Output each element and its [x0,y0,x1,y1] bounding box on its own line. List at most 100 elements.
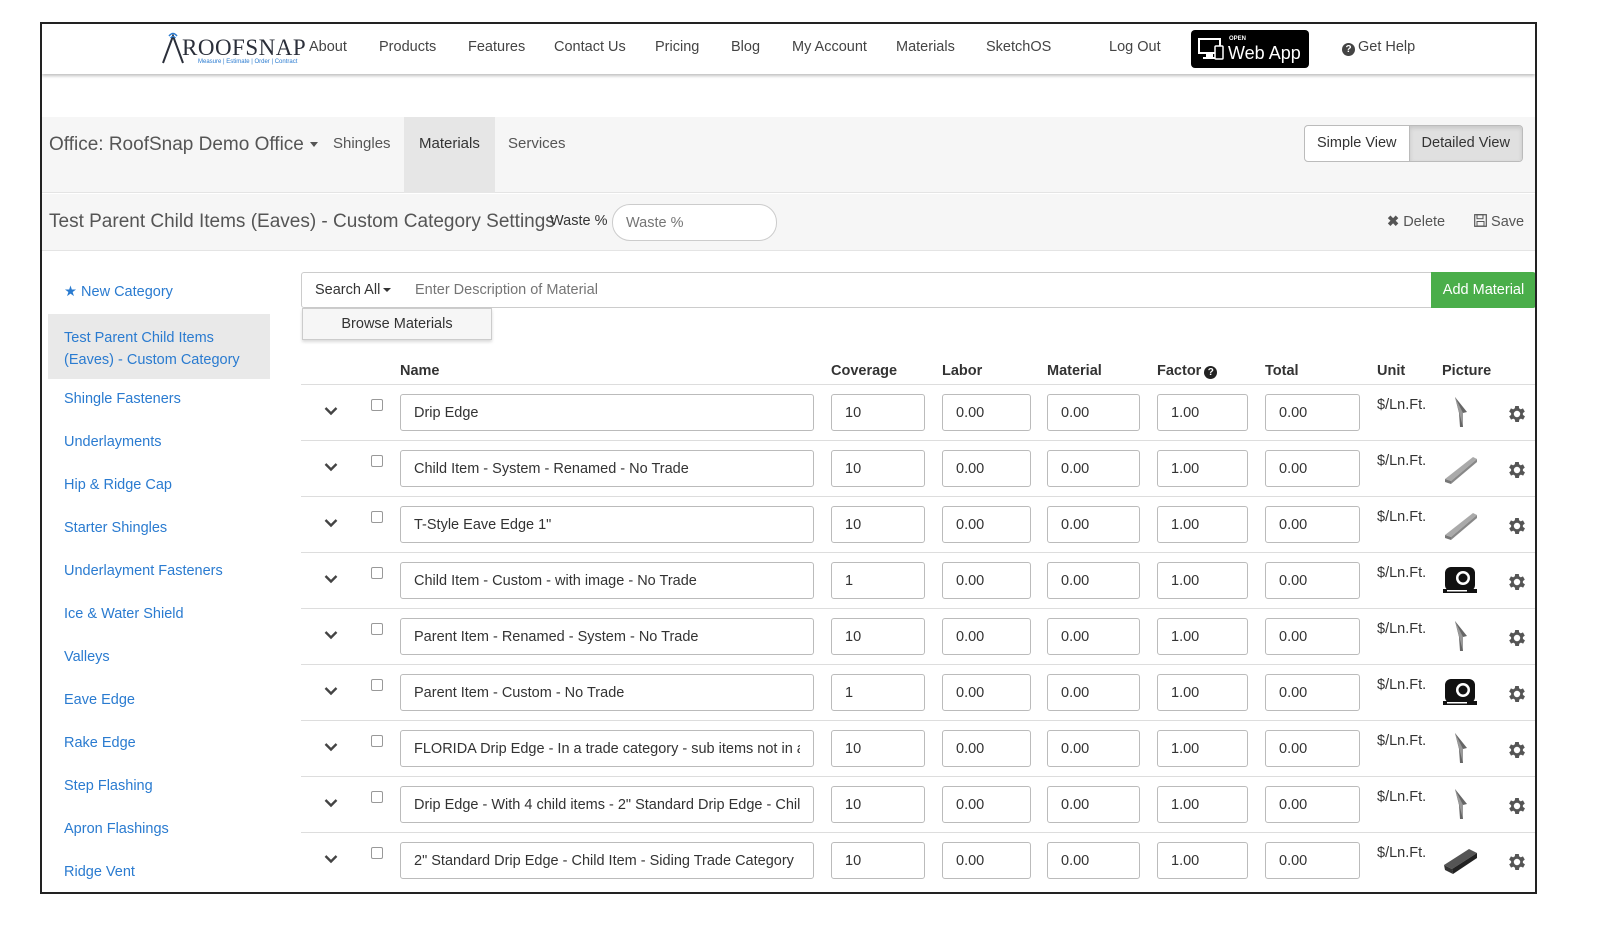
open-web-app-button[interactable]: OPEN Web App [1191,30,1309,68]
row-select-checkbox[interactable] [371,511,383,523]
factor-input[interactable] [1157,618,1248,655]
gear-icon[interactable] [1506,683,1528,705]
total-input[interactable] [1265,562,1360,599]
nav-blog[interactable]: Blog [731,39,760,55]
sidebar-item-apron-flashings[interactable]: Apron Flashings [64,821,169,837]
labor-input[interactable] [942,674,1031,711]
chevron-down-icon[interactable] [324,854,338,864]
gear-icon[interactable] [1506,795,1528,817]
material-cost-input[interactable] [1047,394,1140,431]
material-cost-input[interactable] [1047,618,1140,655]
sidebar-item-underlayments[interactable]: Underlayments [64,434,162,450]
new-category-link[interactable]: ★ New Category [64,284,173,300]
gear-icon[interactable] [1506,627,1528,649]
factor-input[interactable] [1157,786,1248,823]
coverage-input[interactable] [831,786,925,823]
labor-input[interactable] [942,786,1031,823]
tab-shingles[interactable]: Shingles [318,117,406,193]
row-select-checkbox[interactable] [371,567,383,579]
save-button[interactable]: Save [1474,214,1524,230]
chevron-down-icon[interactable] [324,742,338,752]
labor-input[interactable] [942,450,1031,487]
total-input[interactable] [1265,786,1360,823]
tab-services[interactable]: Services [493,117,581,193]
total-input[interactable] [1265,450,1360,487]
sidebar-item-ice-water-shield[interactable]: Ice & Water Shield [64,606,184,622]
simple-view-button[interactable]: Simple View [1305,126,1409,161]
material-name-input[interactable] [400,786,814,823]
sidebar-item-eave-edge[interactable]: Eave Edge [64,692,135,708]
total-input[interactable] [1265,394,1360,431]
factor-input[interactable] [1157,450,1248,487]
nav-about[interactable]: About [309,39,347,55]
material-name-input[interactable] [400,730,814,767]
material-cost-input[interactable] [1047,450,1140,487]
factor-input[interactable] [1157,842,1248,879]
sidebar-item-active-category[interactable]: Test Parent Child Items (Eaves) - Custom… [48,314,270,379]
sidebar-item-starter-shingles[interactable]: Starter Shingles [64,520,167,536]
sidebar-item-underlayment-fasteners[interactable]: Underlayment Fasteners [64,563,223,579]
row-select-checkbox[interactable] [371,623,383,635]
sidebar-item-step-flashing[interactable]: Step Flashing [64,778,153,794]
sidebar-item-ridge-vent[interactable]: Ridge Vent [64,864,135,880]
total-input[interactable] [1265,842,1360,879]
row-select-checkbox[interactable] [371,847,383,859]
gear-icon[interactable] [1506,739,1528,761]
factor-input[interactable] [1157,506,1248,543]
factor-input[interactable] [1157,562,1248,599]
material-name-input[interactable] [400,450,814,487]
tab-materials[interactable]: Materials [404,117,495,193]
material-cost-input[interactable] [1047,842,1140,879]
coverage-input[interactable] [831,674,925,711]
gear-icon[interactable] [1506,459,1528,481]
nav-features[interactable]: Features [468,39,525,55]
material-search-input[interactable] [401,272,1432,308]
material-cost-input[interactable] [1047,674,1140,711]
material-picture[interactable] [1441,393,1479,431]
coverage-input[interactable] [831,394,925,431]
labor-input[interactable] [942,562,1031,599]
add-material-button[interactable]: Add Material [1431,272,1535,308]
chevron-down-icon[interactable] [324,518,338,528]
gear-icon[interactable] [1506,403,1528,425]
chevron-down-icon[interactable] [324,574,338,584]
nav-products[interactable]: Products [379,39,436,55]
chevron-down-icon[interactable] [324,798,338,808]
total-input[interactable] [1265,730,1360,767]
sidebar-item-hip-ridge-cap[interactable]: Hip & Ridge Cap [64,477,172,493]
row-select-checkbox[interactable] [371,399,383,411]
material-name-input[interactable] [400,674,814,711]
material-cost-input[interactable] [1047,506,1140,543]
material-name-input[interactable] [400,394,814,431]
chevron-down-icon[interactable] [324,406,338,416]
coverage-input[interactable] [831,562,925,599]
material-name-input[interactable] [400,618,814,655]
gear-icon[interactable] [1506,515,1528,537]
question-circle-icon[interactable]: ? [1204,366,1218,379]
material-picture[interactable] [1441,561,1479,599]
total-input[interactable] [1265,618,1360,655]
material-cost-input[interactable] [1047,730,1140,767]
nav-log-out[interactable]: Log Out [1109,39,1161,55]
labor-input[interactable] [942,394,1031,431]
nav-my-account[interactable]: My Account [792,39,867,55]
material-picture[interactable] [1441,673,1479,711]
sidebar-item-rake-edge[interactable]: Rake Edge [64,735,136,751]
factor-input[interactable] [1157,730,1248,767]
material-cost-input[interactable] [1047,786,1140,823]
material-picture[interactable] [1441,841,1479,879]
labor-input[interactable] [942,842,1031,879]
row-select-checkbox[interactable] [371,679,383,691]
nav-contact-us[interactable]: Contact Us [554,39,626,55]
coverage-input[interactable] [831,730,925,767]
coverage-input[interactable] [831,842,925,879]
factor-input[interactable] [1157,674,1248,711]
sidebar-item-valleys[interactable]: Valleys [64,649,110,665]
coverage-input[interactable] [831,450,925,487]
row-select-checkbox[interactable] [371,455,383,467]
material-picture[interactable] [1441,729,1479,767]
coverage-input[interactable] [831,506,925,543]
waste-percent-input[interactable] [612,204,777,241]
row-select-checkbox[interactable] [371,791,383,803]
material-picture[interactable] [1441,449,1479,487]
